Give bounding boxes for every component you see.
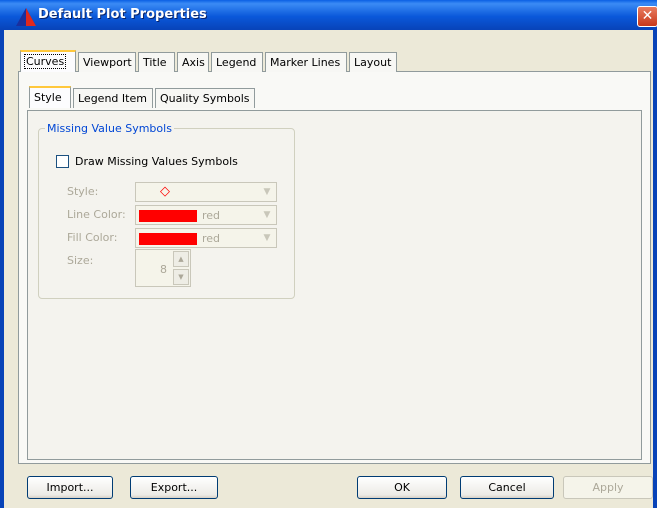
apply-button[interactable]: Apply [563, 476, 653, 499]
size-value: 8 [160, 263, 167, 276]
window-border-left [0, 30, 4, 508]
tab-label: Layout [354, 56, 392, 69]
tab-viewport[interactable]: Viewport [78, 52, 136, 72]
style-combo[interactable]: ◇ ▼ [135, 182, 277, 202]
chevron-down-icon: ▼ [263, 233, 271, 243]
color-swatch [139, 210, 197, 222]
tab-label: Title [143, 56, 167, 69]
subtab-quality-symbols[interactable]: Quality Symbols [155, 88, 255, 108]
size-label: Size: [67, 254, 94, 267]
tab-label: Curves [23, 54, 67, 69]
chevron-down-icon: ▼ [263, 187, 271, 197]
checkbox-label[interactable]: Draw Missing Values Symbols [75, 155, 238, 168]
spin-up-icon[interactable]: ▲ [173, 251, 189, 267]
close-icon: ✕ [641, 8, 654, 24]
tab-label: Marker Lines [270, 56, 341, 69]
triangle-app-icon [16, 8, 36, 26]
tab-axis[interactable]: Axis [177, 52, 209, 72]
draw-missing-values-checkbox[interactable] [56, 155, 69, 168]
spin-down-icon[interactable]: ▼ [173, 269, 189, 285]
tab-label: Style [34, 91, 62, 104]
line-color-combo[interactable]: red ▼ [135, 205, 277, 225]
chevron-down-icon: ▼ [263, 210, 271, 220]
export-button[interactable]: Export... [130, 476, 218, 499]
tab-label: Legend [216, 56, 257, 69]
tab-label: Axis [182, 56, 205, 69]
fill-color-label: Fill Color: [67, 231, 118, 244]
group-title: Missing Value Symbols [45, 122, 174, 135]
diamond-symbol-icon: ◇ [160, 184, 170, 199]
tab-label: Viewport [83, 56, 132, 69]
close-button[interactable]: ✕ [637, 6, 657, 27]
color-name: red [202, 232, 221, 245]
subtab-legend-item[interactable]: Legend Item [73, 88, 153, 108]
ok-button[interactable]: OK [357, 476, 447, 499]
tab-label: Quality Symbols [160, 92, 250, 105]
window-title: Default Plot Properties [38, 7, 207, 22]
subtab-style[interactable]: Style [29, 86, 71, 108]
tab-curves[interactable]: Curves [20, 50, 76, 72]
tab-legend[interactable]: Legend [211, 52, 263, 72]
color-swatch [139, 233, 197, 245]
cancel-button[interactable]: Cancel [460, 476, 554, 499]
fill-color-combo[interactable]: red ▼ [135, 228, 277, 248]
tab-marker-lines[interactable]: Marker Lines [265, 52, 347, 72]
style-label: Style: [67, 185, 99, 198]
window-border-right [653, 30, 657, 508]
color-name: red [202, 209, 221, 222]
tab-label: Legend Item [78, 92, 147, 105]
size-spinner[interactable]: 8 ▲ ▼ [135, 249, 191, 287]
tab-title[interactable]: Title [138, 52, 175, 72]
tab-layout[interactable]: Layout [349, 52, 397, 72]
title-bar: Default Plot Properties ✕ [0, 0, 657, 30]
line-color-label: Line Color: [67, 208, 126, 221]
import-button[interactable]: Import... [27, 476, 113, 499]
